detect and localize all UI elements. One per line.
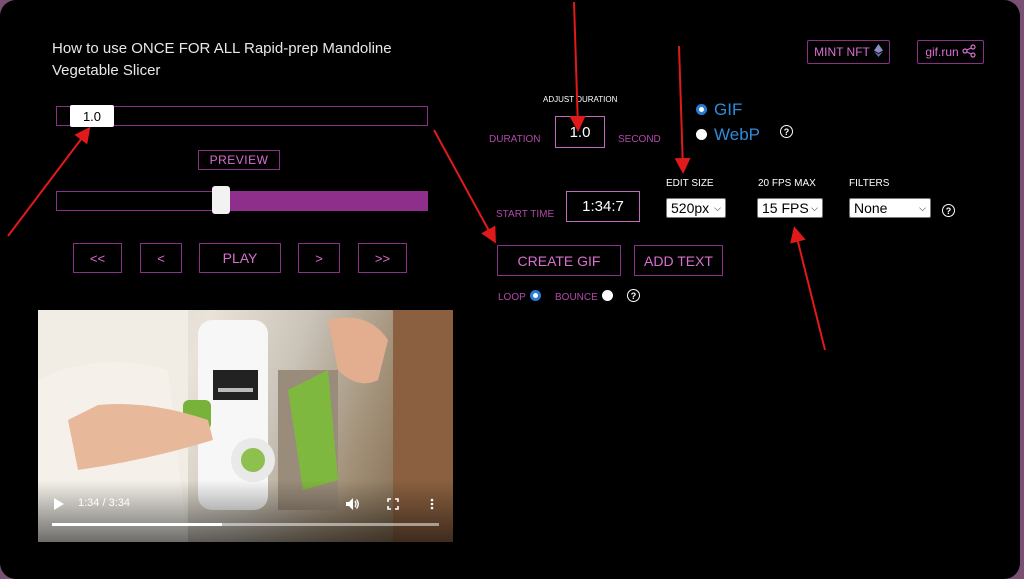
play-icon[interactable] [54,497,64,515]
annotation-arrow [433,129,496,244]
filters-label: FILTERS [849,178,890,189]
annotation-arrow [569,1,586,132]
bounce-radio[interactable] [602,290,613,301]
play-button[interactable]: PLAY [199,243,281,273]
video-title: How to use ONCE FOR ALL Rapid-prep Mando… [52,40,392,79]
chevron-down-icon: ⌵ [919,202,926,213]
duration-input[interactable]: 1.0 [555,116,605,148]
skip-forward-button[interactable]: >> [358,243,407,273]
video-progress-fill [52,523,223,526]
ethereum-icon [873,44,883,60]
chevron-down-icon: ⌵ [811,202,818,213]
bounce-label: BOUNCE [555,292,598,303]
webp-format-label[interactable]: WebP [714,125,760,145]
filters-value: None [854,200,888,216]
fps-select[interactable]: 15 FPS ⌵ [757,198,823,218]
chevron-down-icon: ⌵ [714,202,721,213]
gif-format-label[interactable]: GIF [714,100,742,120]
gifrun-label: gif.run [925,45,959,59]
webp-radio[interactable] [696,129,707,140]
annotation-arrow [790,226,826,351]
duration-label: DURATION [489,134,541,145]
start-time-label: START TIME [496,209,555,220]
fullscreen-icon[interactable] [387,497,399,515]
app-panel: How to use ONCE FOR ALL Rapid-prep Mando… [0,0,1020,579]
gif-radio[interactable] [696,104,707,115]
fps-max-label: 20 FPS MAX [758,178,816,189]
video-progress-bar[interactable] [52,523,439,526]
edit-size-select[interactable]: 520px ⌵ [666,198,726,218]
clip-range-fill [222,191,428,211]
loop-label: LOOP [498,292,526,303]
annotation-arrow [674,45,691,174]
speed-slider-handle[interactable]: 1.0 [70,105,114,127]
preview-button[interactable]: PREVIEW [198,150,280,170]
filters-select[interactable]: None ⌵ [849,198,931,218]
edit-size-value: 520px [671,200,710,216]
mint-nft-label: MINT NFT [814,45,870,59]
edit-size-label: EDIT SIZE [666,178,714,189]
volume-icon[interactable] [346,497,360,515]
more-options-icon[interactable] [430,497,434,515]
playback-help-icon[interactable]: ? [627,289,640,302]
create-gif-button[interactable]: CREATE GIF [497,245,621,276]
loop-radio[interactable] [530,290,541,301]
duration-unit-label: SECOND [618,134,661,145]
start-time-input[interactable]: 1:34:7 [566,191,640,222]
step-forward-button[interactable]: > [298,243,340,273]
add-text-button[interactable]: ADD TEXT [634,245,723,276]
skip-back-button[interactable]: << [73,243,122,273]
format-help-icon[interactable]: ? [780,125,793,138]
fps-value: 15 FPS [762,200,809,216]
gifrun-share-button[interactable]: gif.run [917,40,984,64]
clip-range-thumb[interactable] [212,186,230,214]
annotation-arrow [7,126,91,237]
share-icon [962,43,976,61]
mint-nft-button[interactable]: MINT NFT [807,40,890,64]
adjust-duration-label: ADJUST DURATION [543,95,618,104]
video-time-display: 1:34 / 3:34 [78,497,130,509]
filters-help-icon[interactable]: ? [942,204,955,217]
step-back-button[interactable]: < [140,243,182,273]
